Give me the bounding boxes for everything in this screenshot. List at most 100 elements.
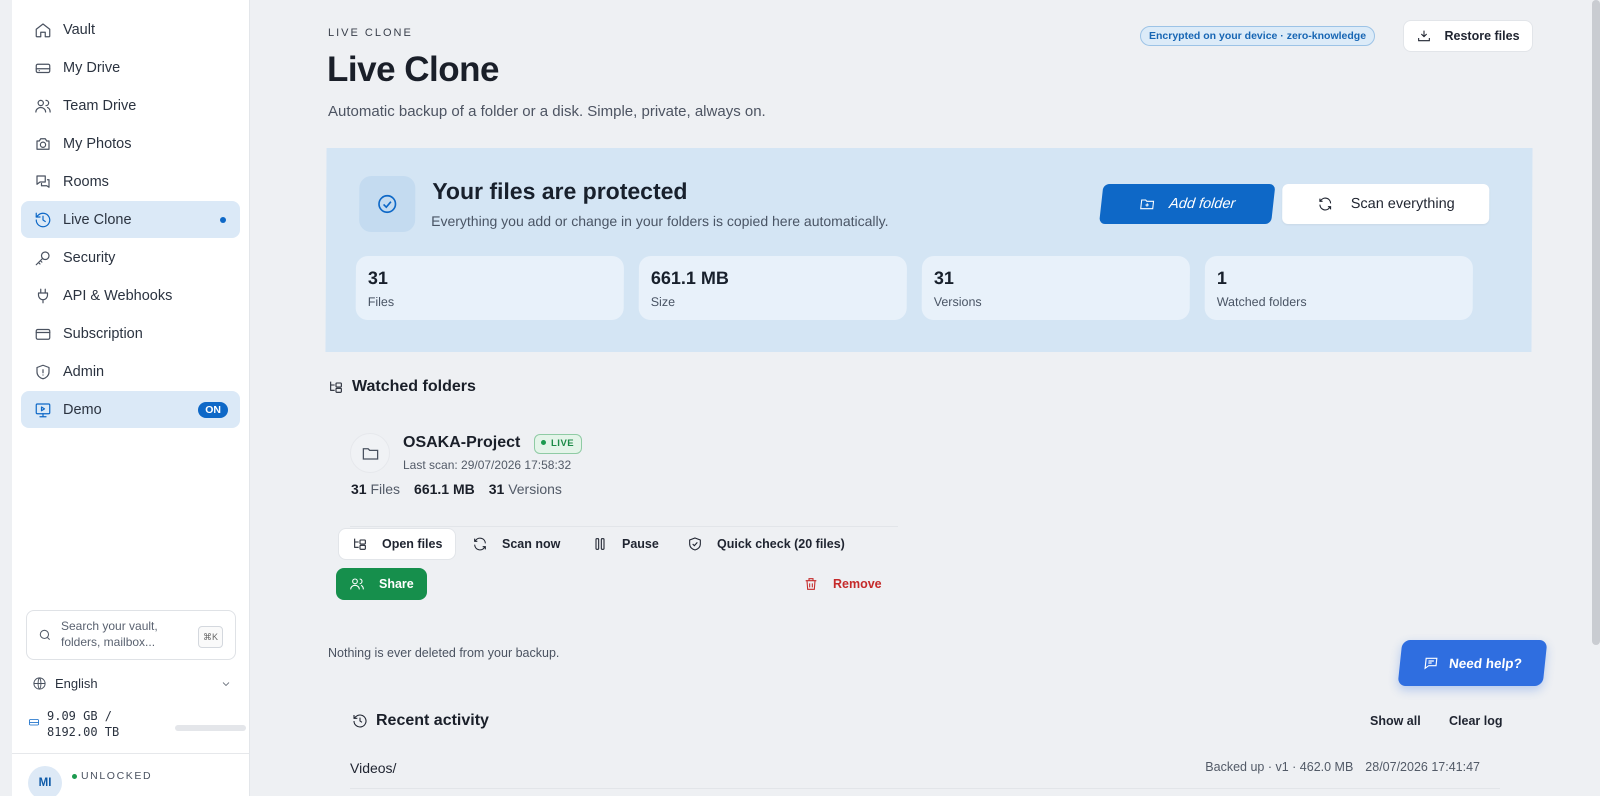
avatar[interactable]: MI — [28, 766, 62, 796]
show-all-button[interactable]: Show all — [1370, 714, 1421, 728]
page-eyebrow: LIVE CLONE — [328, 27, 413, 39]
scan-everything-button[interactable]: Scan everything — [1282, 184, 1490, 224]
clear-log-button[interactable]: Clear log — [1449, 714, 1503, 728]
sidebar-item-security[interactable]: Security — [21, 239, 240, 276]
sidebar-item-vault[interactable]: Vault — [21, 11, 240, 48]
users-icon — [350, 578, 364, 590]
check-circle-icon — [359, 176, 416, 232]
shield-check-icon — [689, 537, 701, 551]
global-search[interactable]: Search your vault, folders, mailbox... ⌘… — [26, 610, 236, 660]
sidebar-item-label: Rooms — [63, 173, 109, 190]
folder-tree-icon — [330, 381, 342, 393]
protection-hero: Your files are protected Everything you … — [325, 148, 1533, 352]
recent-activity-heading: Recent activity — [352, 712, 489, 730]
sidebar-item-label: Vault — [63, 21, 95, 38]
activity-row[interactable]: Videos/ Backed up · v1 · 462.0 MB 28/07/2… — [350, 760, 1490, 776]
sidebar-item-label: My Photos — [63, 135, 132, 152]
sidebar-item-my-photos[interactable]: My Photos — [21, 125, 240, 162]
page-scrollbar[interactable] — [1592, 0, 1600, 645]
globe-icon — [33, 677, 46, 690]
folder-stats: 31 Files 661.1 MB 31 Versions — [351, 481, 562, 497]
language-selector[interactable]: English — [32, 676, 232, 691]
drive-icon — [28, 716, 40, 732]
activity-item-time: 28/07/2026 17:41:47 — [1365, 760, 1480, 774]
refresh-icon — [474, 537, 486, 551]
vault-status-label: UNLOCKED — [81, 770, 153, 782]
add-folder-button[interactable]: Add folder — [1099, 184, 1276, 224]
storage-progress-bar — [175, 725, 246, 731]
need-help-button[interactable]: Need help? — [1397, 640, 1548, 686]
message-icon — [1424, 657, 1438, 670]
open-files-button[interactable]: Open files — [338, 528, 457, 560]
trash-icon — [805, 578, 817, 590]
folder-versions-count: 31 — [488, 481, 505, 497]
add-folder-label: Add folder — [1168, 196, 1237, 212]
section-title: Watched folders — [352, 378, 476, 395]
sidebar-item-label: Live Clone — [63, 211, 132, 228]
backup-note: Nothing is ever deleted from your backup… — [328, 646, 560, 660]
need-help-label: Need help? — [1448, 655, 1523, 671]
history-icon — [353, 714, 367, 728]
hero-subtitle: Everything you add or change in your fol… — [431, 213, 889, 229]
sidebar-item-demo[interactable]: Demo ON — [21, 391, 240, 428]
sidebar-item-subscription[interactable]: Subscription — [21, 315, 240, 352]
open-files-label: Open files — [382, 537, 443, 551]
live-badge-label: LIVE — [551, 438, 575, 449]
sidebar-item-rooms[interactable]: Rooms — [21, 163, 240, 200]
stat-watched-folders: 1 Watched folders — [1204, 256, 1473, 320]
pause-button[interactable]: Pause — [579, 528, 672, 560]
live-dot — [541, 439, 546, 445]
sidebar-item-label: Security — [63, 249, 116, 266]
restore-files-label: Restore files — [1444, 29, 1520, 43]
chat-icon — [33, 172, 53, 192]
download-tray-icon — [1418, 30, 1431, 42]
page-subtitle: Automatic backup of a folder or a disk. … — [328, 103, 766, 120]
share-button[interactable]: Share — [336, 568, 427, 600]
stat-label: Size — [650, 295, 676, 309]
divider — [350, 788, 1500, 789]
sidebar-item-label: Team Drive — [63, 97, 137, 114]
stat-size: 661.1 MB Size — [638, 256, 907, 320]
sidebar-item-label: Admin — [63, 363, 105, 380]
vault-status: UNLOCKED — [72, 770, 152, 782]
share-label: Share — [379, 577, 414, 591]
stat-value: 31 — [933, 268, 954, 288]
sidebar-item-label: Demo — [63, 401, 102, 418]
live-status-badge: LIVE — [534, 434, 583, 454]
quick-check-button[interactable]: Quick check (20 files) — [674, 528, 858, 560]
sidebar-item-label: API & Webhooks — [63, 287, 173, 304]
sidebar-item-api-webhooks[interactable]: API & Webhooks — [21, 277, 240, 314]
restore-files-button[interactable]: Restore files — [1403, 20, 1533, 52]
storage-used: 9.09 GB / — [47, 709, 113, 723]
shield-icon — [33, 362, 53, 382]
activity-item-name: Videos/ — [350, 760, 397, 776]
pause-icon — [595, 538, 605, 550]
sidebar-item-live-clone[interactable]: Live Clone — [21, 201, 240, 238]
section-title: Recent activity — [376, 712, 489, 729]
activity-item-detail: Backed up · v1 · 462.0 MB — [1205, 760, 1354, 774]
stat-value: 1 — [1216, 268, 1227, 288]
stat-versions: 31 Versions — [921, 256, 1190, 320]
folder-files-label: Files — [370, 481, 401, 497]
sidebar-item-team-drive[interactable]: Team Drive — [21, 87, 240, 124]
history-icon — [33, 210, 53, 230]
remove-label: Remove — [833, 577, 882, 591]
folder-tree-icon — [354, 538, 366, 550]
encryption-badge: Encrypted on your device · zero-knowledg… — [1140, 26, 1376, 46]
folder-files-count: 31 — [351, 481, 367, 497]
quick-check-label: Quick check (20 files) — [717, 537, 845, 551]
sidebar-item-admin[interactable]: Admin — [21, 353, 240, 390]
folder-icon — [350, 433, 390, 473]
remove-button[interactable]: Remove — [790, 568, 895, 600]
scan-now-button[interactable]: Scan now — [459, 528, 573, 560]
watched-folder-card: OSAKA-Project LIVE Last scan: 29/07/2026… — [336, 418, 898, 616]
activity-item-meta: Backed up · v1 · 462.0 MB 28/07/2026 17:4… — [1205, 760, 1480, 774]
sidebar-item-my-drive[interactable]: My Drive — [21, 49, 240, 86]
watched-folders-heading: Watched folders — [328, 378, 476, 396]
users-icon — [33, 96, 53, 116]
folder-name: OSAKA-Project — [403, 434, 521, 451]
page-title: Live Clone — [327, 50, 499, 89]
drive-icon — [33, 58, 53, 78]
stat-files: 31 Files — [355, 256, 624, 320]
stat-label: Versions — [933, 295, 982, 309]
